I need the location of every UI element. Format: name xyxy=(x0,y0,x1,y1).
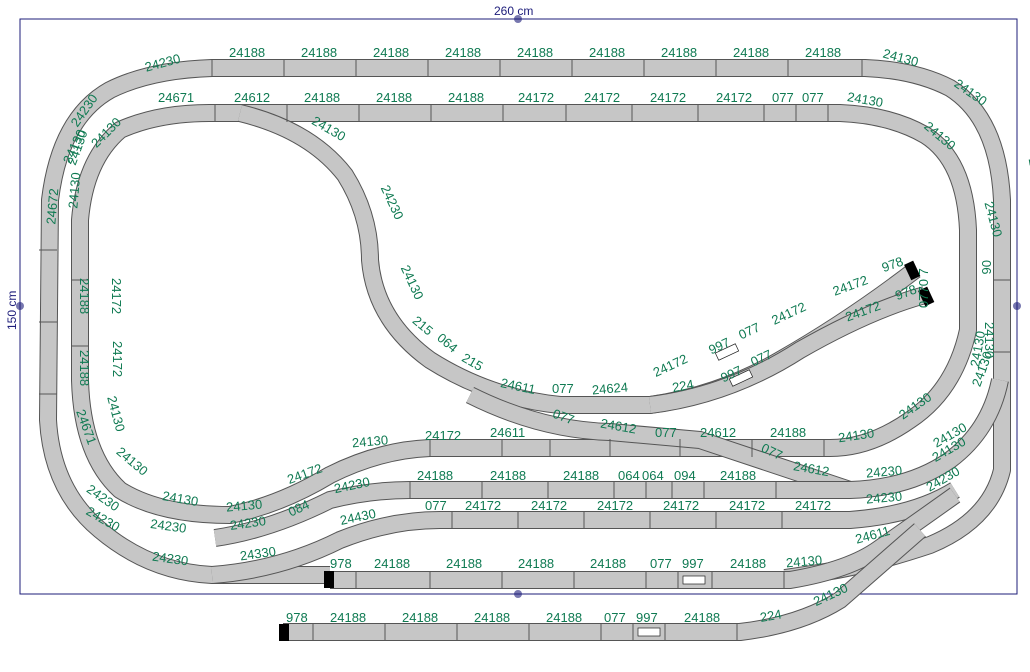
row-label: 094 xyxy=(674,468,696,483)
outer-top-label: 24188 xyxy=(373,45,409,60)
inner-top-label: 077 xyxy=(802,90,824,105)
inner-top-label: 077 xyxy=(772,90,794,105)
row-label: 24230 xyxy=(865,489,902,507)
siding-label: 24172 xyxy=(769,299,808,328)
inner-top-label: 24172 xyxy=(716,90,752,105)
outer-top-label: 24188 xyxy=(589,45,625,60)
outer-curve-label: 24188 xyxy=(77,278,92,314)
outer-top-label: 24188 xyxy=(661,45,697,60)
outer-top-label: 24188 xyxy=(229,45,265,60)
inner-loop-fill xyxy=(72,104,976,523)
siding-label: 077 xyxy=(736,320,762,343)
buffer-stop-yard2 xyxy=(279,624,289,641)
row-label: 24188 xyxy=(720,468,756,483)
yard1-label: 978 xyxy=(330,556,352,571)
balloon-label: 077 xyxy=(552,381,574,396)
outer-curve-label: 24188 xyxy=(77,350,92,386)
inner-left-label: 24130 xyxy=(225,497,262,515)
inner-left-label: 24172 xyxy=(109,278,124,314)
balloon-label: 24624 xyxy=(591,379,628,397)
buffer-stop-yard1 xyxy=(324,571,334,588)
row-label: 077 xyxy=(425,498,447,513)
inner-top-label: 24188 xyxy=(304,90,340,105)
track-bodies xyxy=(39,59,1011,641)
balloon-label: 064 xyxy=(434,330,460,355)
yard2-label: 24188 xyxy=(474,610,510,625)
yard2-label: 978 xyxy=(286,610,308,625)
outer-top-label: 24188 xyxy=(805,45,841,60)
yard1-label: 24188 xyxy=(446,556,482,571)
row-label: 064 xyxy=(618,468,640,483)
yard1-label: 24188 xyxy=(518,556,554,571)
yard1-label: 24188 xyxy=(730,556,766,571)
inner-top-label: 0770 7 xyxy=(916,268,931,308)
balloon-label: 24130 xyxy=(398,263,427,302)
balloon-label: 24188 xyxy=(770,425,806,440)
yard2-label: 24188 xyxy=(402,610,438,625)
width-dimension-label: 260 cm xyxy=(494,4,533,18)
balloon-label: 24230 xyxy=(378,183,407,222)
balloon-label: 24611 xyxy=(490,425,525,440)
uncoupler-yard2 xyxy=(637,627,661,637)
yard1-label: 077 xyxy=(650,556,672,571)
row-label: 24172 xyxy=(729,498,765,513)
track-plan: 260 cm 150 cm 24188 24188 24188 24188 24… xyxy=(0,0,1030,667)
inner-top-label: 24188 xyxy=(448,90,484,105)
row-label: 24172 xyxy=(663,498,699,513)
inner-top-label: 24172 xyxy=(518,90,554,105)
yard2-label: 077 xyxy=(604,610,626,625)
row-label: 24172 xyxy=(597,498,633,513)
row-label: 24172 xyxy=(425,428,461,443)
row-label: 24188 xyxy=(563,468,599,483)
inner-top-label: 24172 xyxy=(584,90,620,105)
uncoupler-yard1 xyxy=(682,575,706,585)
row-label: 24230 xyxy=(865,463,902,481)
outer-curve-label: 24672 xyxy=(43,188,61,225)
siding-label: 24172 xyxy=(651,351,690,380)
inner-top-label: 24188 xyxy=(376,90,412,105)
yard2-label: 997 xyxy=(636,610,658,625)
yard1-label: 24130 xyxy=(785,552,822,570)
siding-label: 24172 xyxy=(831,272,870,298)
row-label: 24172 xyxy=(795,498,831,513)
yard1-label: 24188 xyxy=(374,556,410,571)
row-label: 064 xyxy=(642,468,664,483)
yard1-label: 24188 xyxy=(590,556,626,571)
inner-left-label: 24130 xyxy=(65,172,83,209)
track-plan-svg: 260 cm 150 cm 24188 24188 24188 24188 24… xyxy=(5,4,1030,641)
height-dimension-label: 150 cm xyxy=(5,291,19,330)
yard2-label: 24188 xyxy=(684,610,720,625)
outer-top-label: 24188 xyxy=(301,45,337,60)
outer-top-label: 24188 xyxy=(517,45,553,60)
row-label: 24188 xyxy=(490,468,526,483)
yard1-label: 997 xyxy=(682,556,704,571)
bottom-marker xyxy=(514,590,522,598)
row-label: 24130 xyxy=(351,432,388,450)
row-label: 24188 xyxy=(417,468,453,483)
yard2-label: 24188 xyxy=(546,610,582,625)
inner-top-label: 24612 xyxy=(234,90,270,105)
balloon-track xyxy=(237,104,921,414)
outer-curve-label: 24672 xyxy=(1026,157,1030,195)
row-label: 24172 xyxy=(531,498,567,513)
outer-top-label: 24188 xyxy=(733,45,769,60)
inner-top-label: 24671 xyxy=(158,90,194,105)
balloon-fill xyxy=(238,105,920,413)
part-labels: 24188 24188 24188 24188 24188 24188 2418… xyxy=(43,45,1030,625)
inner-left-label: 24130 xyxy=(114,444,151,479)
outer-top-label: 24188 xyxy=(445,45,481,60)
yard2-label: 24188 xyxy=(330,610,366,625)
inner-top-label: 24172 xyxy=(650,90,686,105)
right-marker xyxy=(1013,302,1021,310)
inner-left-label: 24130 xyxy=(104,394,128,433)
balloon-label: 077 xyxy=(655,425,677,440)
inner-top-label: 06 xyxy=(979,260,994,274)
balloon-label: 24612 xyxy=(700,425,736,440)
row-label: 24172 xyxy=(465,498,501,513)
inner-left-label: 24172 xyxy=(110,341,125,377)
